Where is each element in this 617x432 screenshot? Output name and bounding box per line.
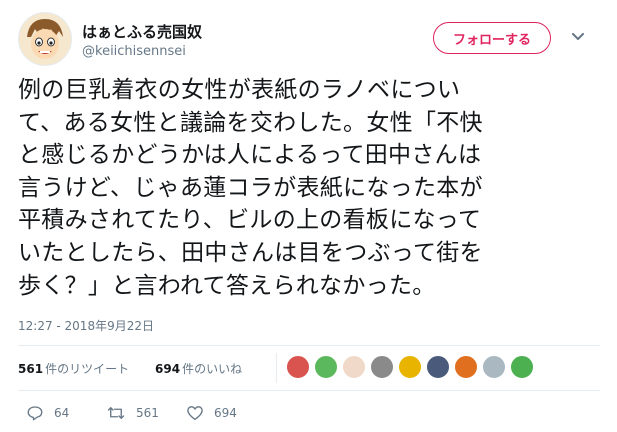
tweet-text-line: 言うけど、じゃあ蓮コラが表紙になった本が	[18, 174, 483, 201]
divider	[18, 345, 600, 346]
retweets-stat[interactable]: 561 件のリツイート	[18, 360, 129, 377]
tweet-header: はぁとふる売国奴 @keiichisennsei フォローする	[18, 12, 603, 66]
liker-avatar-5[interactable]	[398, 355, 422, 379]
tweet-timestamp[interactable]: 12:27 - 2018年9月22日	[18, 317, 154, 334]
liker-avatar-1[interactable]	[286, 355, 310, 379]
tweet-text-line: て、ある女性と議論を交わした。女性「不快	[18, 109, 483, 136]
like-button[interactable]: 694	[186, 402, 237, 424]
stats-separator	[276, 353, 277, 383]
author-avatar[interactable]	[18, 12, 72, 66]
retweet-button[interactable]: 561	[106, 402, 159, 424]
tweet-text-line: 例の巨乳着衣の女性が表紙のラノベについ	[18, 77, 461, 103]
tweet-text-line: と感じるかどうかは人によるって田中さんは	[18, 142, 482, 169]
likes-label: 件のいいね	[182, 362, 243, 376]
divider	[18, 390, 600, 391]
liker-avatar-6[interactable]	[426, 355, 450, 379]
follow-button[interactable]: フォローする	[433, 22, 551, 54]
liker-avatar-8[interactable]	[482, 355, 506, 379]
likes-stat[interactable]: 694 件のいいね	[155, 360, 242, 377]
tweet-stats: 561 件のリツイート 694 件のいいね	[18, 353, 600, 383]
tweet-actions: 64 561 694	[18, 402, 600, 424]
tweet-text-line: 歩く？」と言われて答えられなかった。	[18, 272, 436, 299]
reply-button[interactable]: 64	[26, 402, 69, 424]
reply-icon	[27, 406, 43, 421]
more-options-chevron-down-icon[interactable]	[570, 29, 586, 45]
retweet-count: 561	[136, 406, 159, 420]
like-count: 694	[214, 406, 237, 420]
tweet-text-line: いたとしたら、田中さんは目をつぶって街を	[18, 239, 483, 266]
likes-count: 694	[155, 362, 181, 376]
liker-avatar-3[interactable]	[342, 355, 366, 379]
liker-avatar-9[interactable]	[510, 355, 534, 379]
author-display-name[interactable]: はぁとふる売国奴	[82, 21, 202, 42]
liker-avatar-2[interactable]	[314, 355, 338, 379]
tweet-text: 例の巨乳着衣の女性が表紙のラノベについ て、ある女性と議論を交わした。女性「不快…	[18, 74, 593, 302]
reply-count: 64	[54, 406, 70, 420]
author-handle[interactable]: @keiichisennsei	[82, 44, 186, 59]
retweets-label: 件のリツイート	[45, 362, 130, 376]
retweet-icon	[107, 407, 125, 419]
heart-icon	[187, 406, 203, 421]
retweets-count: 561	[18, 362, 44, 376]
tweet-text-line: 平積みされてたり、ビルの上の看板になって	[18, 207, 482, 234]
cartoon-face-avatar-icon	[19, 13, 71, 65]
liker-avatar-4[interactable]	[370, 355, 394, 379]
liker-avatar-7[interactable]	[454, 355, 478, 379]
